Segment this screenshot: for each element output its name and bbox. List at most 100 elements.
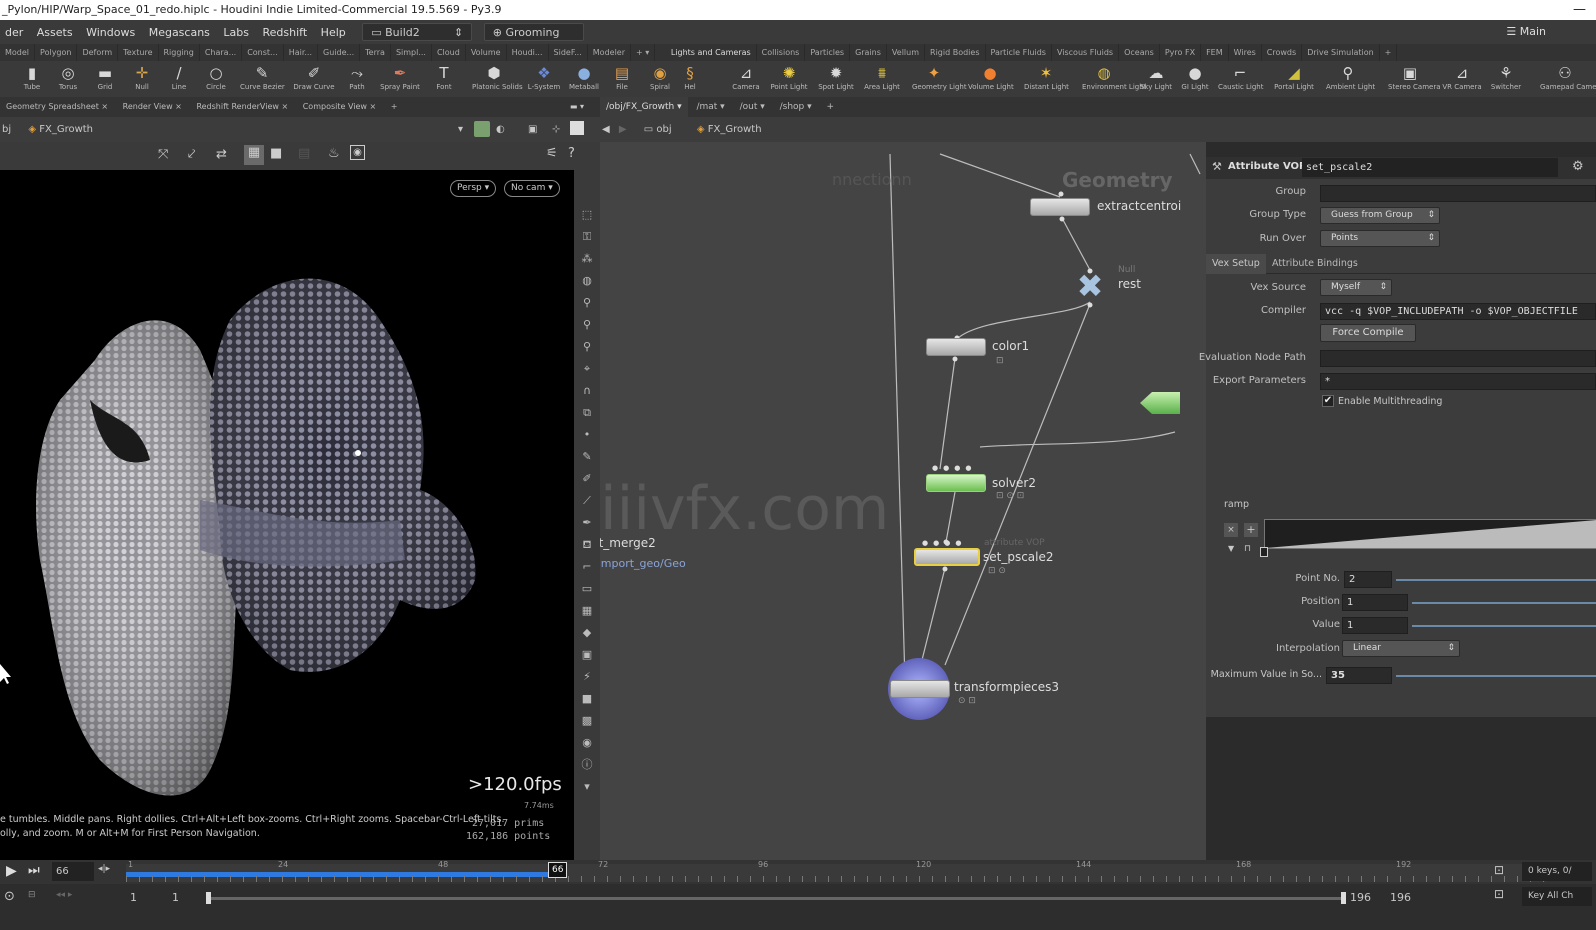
tab-shop[interactable]: /shop ▾: [774, 97, 818, 117]
side-light-icon[interactable]: ⚡: [574, 666, 600, 688]
tool-circle[interactable]: ○ Circle: [194, 63, 238, 91]
tab-obj-fx-growth[interactable]: /obj/FX_Growth ▾: [600, 97, 688, 117]
tab-redshift-renderview[interactable]: Redshift RenderView ×: [190, 97, 294, 117]
tool-geometry-light[interactable]: ✦ Geometry Light: [912, 63, 967, 91]
shelf-tab-oceans[interactable]: Oceans: [1119, 44, 1160, 61]
side-pin2-icon[interactable]: ⚲: [574, 314, 600, 336]
force-compile-button[interactable]: Force Compile: [1320, 324, 1416, 342]
side-group-icon[interactable]: ⧉: [574, 402, 600, 424]
shelf-add-right-icon[interactable]: +: [1380, 44, 1398, 61]
ramp-editor[interactable]: [1264, 519, 1596, 549]
tumble-icon[interactable]: ⤧: [158, 147, 168, 162]
menu-labs[interactable]: Labs: [218, 21, 254, 45]
persp-menu[interactable]: Persp ▾: [450, 180, 497, 197]
timeline-track[interactable]: 1 24 48 72 96 120 144 168 192 66: [126, 860, 1546, 882]
maximize-pane-icon[interactable]: [570, 121, 584, 135]
path-dropdown-icon[interactable]: ▾: [458, 117, 463, 142]
side-pen-icon[interactable]: ✐: [574, 468, 600, 490]
side-square-icon[interactable]: ■: [574, 688, 600, 710]
side-select-icon[interactable]: ⬚: [574, 204, 600, 226]
shading-icon[interactable]: ▦: [244, 145, 264, 165]
shelf-tab-terra[interactable]: Terra: [360, 44, 391, 61]
shelf-tab-wires[interactable]: Wires: [1229, 44, 1262, 61]
net-path-node[interactable]: FX_Growth: [708, 124, 762, 135]
side-box-icon[interactable]: ▦: [574, 600, 600, 622]
tab-attribute-bindings[interactable]: Attribute Bindings: [1266, 254, 1364, 274]
tool-lsystem[interactable]: ❖ L-System: [522, 63, 566, 91]
shelf-tab-particle-fluids[interactable]: Particle Fluids: [986, 44, 1052, 61]
transform-icon[interactable]: ⇄: [216, 147, 227, 162]
side-drop-icon[interactable]: ◆: [574, 622, 600, 644]
export-params-field[interactable]: *: [1320, 373, 1596, 390]
viewport-layout-icon[interactable]: ⚟: [546, 146, 558, 161]
side-corner-icon[interactable]: ⌐: [574, 556, 600, 578]
tool-caustic-light[interactable]: ⌐ Caustic Light: [1218, 63, 1264, 91]
step-icon[interactable]: ◂|▸: [98, 864, 110, 874]
tool-ambient-light[interactable]: ⚲ Ambient Light: [1326, 63, 1375, 91]
position-field[interactable]: 1: [1342, 594, 1408, 611]
max-value-slider[interactable]: [1396, 675, 1596, 677]
shelf-tab-drive-sim[interactable]: Drive Simulation: [1302, 44, 1380, 61]
side-film-icon[interactable]: ▣: [574, 644, 600, 666]
node-name-field[interactable]: set_pscale2: [1302, 158, 1558, 177]
menu-megascans[interactable]: Megascans: [144, 21, 215, 45]
shelf-tab-polygon[interactable]: Polygon: [35, 44, 78, 61]
tool-distant-light[interactable]: ✶ Distant Light: [1024, 63, 1069, 91]
tab-vex-setup[interactable]: Vex Setup: [1206, 254, 1266, 274]
network-editor[interactable]: iiivfx.com Geometry nnectionn extractcen…: [600, 142, 1206, 860]
side-ruler-icon[interactable]: ▭: [574, 578, 600, 600]
menu-redshift[interactable]: Redshift: [258, 21, 313, 45]
clock-icon[interactable]: ⊙: [4, 889, 15, 904]
shelf-tab-vellum[interactable]: Vellum: [887, 44, 926, 61]
side-pin3-icon[interactable]: ⚲: [574, 336, 600, 358]
shelf-tab-chara[interactable]: Chara...: [200, 44, 243, 61]
side-bucket-icon[interactable]: ⛾: [574, 534, 600, 556]
menu-assets[interactable]: Assets: [32, 21, 78, 45]
shelf-tab-viscous-fluids[interactable]: Viscous Fluids: [1052, 44, 1120, 61]
key-all-channels-button[interactable]: Key All Ch: [1522, 887, 1592, 906]
tool-portal-light[interactable]: ◢ Portal Light: [1272, 63, 1316, 91]
range-end-2[interactable]: 196: [1390, 891, 1411, 904]
pin-icon[interactable]: [474, 121, 490, 137]
tool-point-light[interactable]: ✺ Point Light: [767, 63, 811, 91]
group-type-menu[interactable]: Guess from Group ⇕: [1320, 207, 1440, 224]
tool-curve-bezier[interactable]: ✎ Curve Bezier: [240, 63, 285, 91]
shelf-tab-simpl[interactable]: Simpl...: [391, 44, 432, 61]
shelf-tab-lights-cameras[interactable]: Lights and Cameras: [666, 44, 757, 61]
tool-camera[interactable]: ⊿ Camera: [724, 63, 768, 91]
ramp-add-icon[interactable]: +: [1244, 523, 1258, 537]
menu-render[interactable]: der: [0, 21, 28, 45]
shelf-tab-rigging[interactable]: Rigging: [159, 44, 200, 61]
tool-env-light[interactable]: ◍ Environment Light: [1082, 63, 1146, 91]
shelf-tab-sidef[interactable]: SideF...: [549, 44, 588, 61]
grid-toggle-icon[interactable]: ▤: [298, 146, 310, 161]
range-start[interactable]: 1: [130, 891, 137, 904]
shelf-tab-fem[interactable]: FEM: [1201, 44, 1229, 61]
settings-gear-icon[interactable]: ⚙: [1572, 159, 1584, 174]
value-field[interactable]: 1: [1342, 617, 1408, 634]
skip-end-icon[interactable]: ⏭: [28, 863, 40, 878]
node-transformpieces3[interactable]: [890, 680, 950, 698]
shelf-tab-guide[interactable]: Guide...: [318, 44, 361, 61]
side-more-icon[interactable]: ▾: [574, 776, 600, 798]
node-solver2[interactable]: [926, 474, 986, 492]
scene-viewport[interactable]: Persp ▾ No cam ▾ >120.0fps 7.74ms 27,017…: [0, 170, 574, 860]
ramp-link-icon[interactable]: ⊓: [1244, 544, 1251, 554]
tab-mat[interactable]: /mat ▾: [690, 97, 730, 117]
point-no-field[interactable]: 2: [1344, 571, 1392, 588]
shelf-add-icon[interactable]: + ▾: [631, 44, 656, 61]
tool-helix[interactable]: § Hel: [675, 63, 705, 91]
side-points-icon[interactable]: ⁂: [574, 248, 600, 270]
link-icon[interactable]: ◐: [496, 117, 505, 142]
back-arrow-icon[interactable]: ◀: [600, 124, 610, 135]
select-icon[interactable]: ⤦: [188, 147, 195, 162]
shelf-tab-pyro[interactable]: Pyro FX: [1160, 44, 1202, 61]
range-start-2[interactable]: 1: [172, 891, 179, 904]
shelf-tab-model[interactable]: Model: [0, 44, 36, 61]
point-no-slider[interactable]: [1396, 579, 1596, 581]
tool-spray-paint[interactable]: ✒ Spray Paint: [378, 63, 422, 91]
side-magnet-icon[interactable]: ∩: [574, 380, 600, 402]
max-value-field[interactable]: 35: [1326, 667, 1392, 684]
menu-windows[interactable]: Windows: [81, 21, 140, 45]
shelf-tab-particles[interactable]: Particles: [805, 44, 851, 61]
